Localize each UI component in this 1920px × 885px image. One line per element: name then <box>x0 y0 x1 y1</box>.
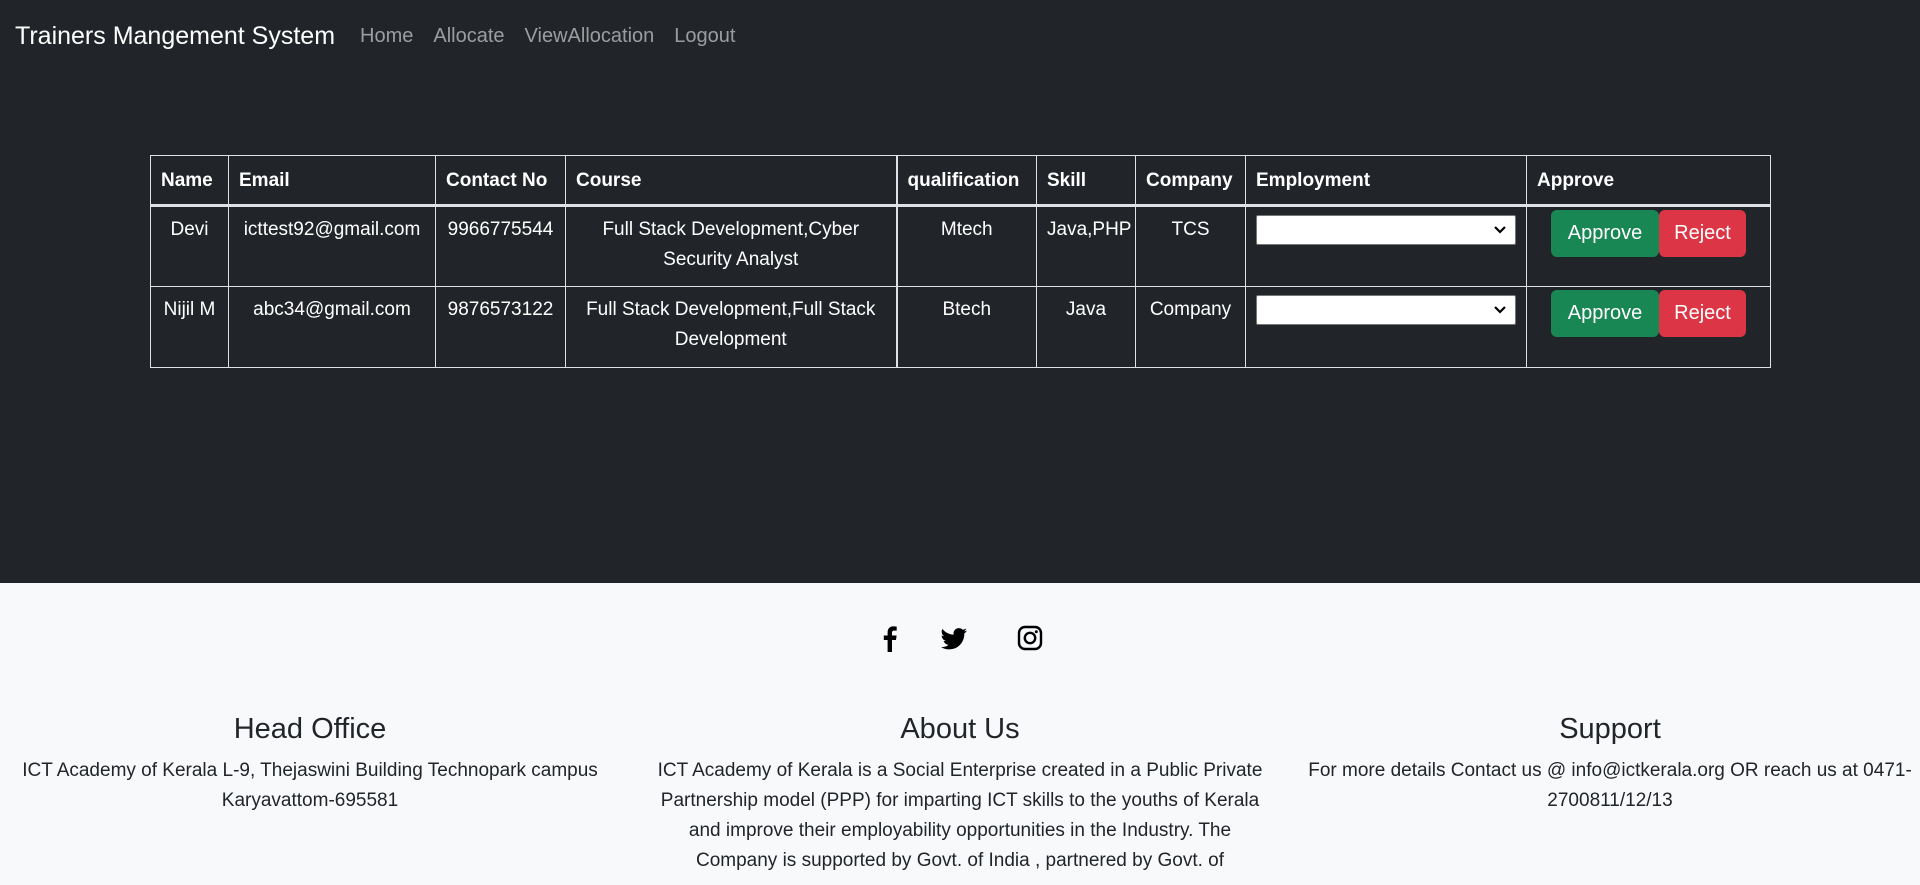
cell-name: Nijil M <box>150 286 229 368</box>
twitter-icon[interactable] <box>940 623 968 653</box>
chevron-down-icon <box>1494 306 1506 314</box>
about-us-title: About Us <box>900 713 1020 745</box>
approve-button[interactable]: Approve <box>1551 290 1659 337</box>
column-header-qualification: qualification <box>895 155 1037 206</box>
cell-qualification: Btech <box>895 286 1037 368</box>
column-header-contact: Contact No <box>435 155 566 206</box>
cell-course: Full Stack Development,Cyber Security An… <box>565 205 897 287</box>
reject-button[interactable]: Reject <box>1659 290 1746 337</box>
head-office-section: Head Office ICT Academy of Kerala L-9, T… <box>0 713 620 816</box>
nav-link-home[interactable]: Home <box>350 25 423 48</box>
cell-course: Full Stack Development,Full Stack Develo… <box>565 286 897 368</box>
approve-button[interactable]: Approve <box>1551 210 1659 257</box>
column-header-company: Company <box>1135 155 1246 206</box>
trainer-table: Name Email Contact No Course qualificati… <box>150 155 1771 368</box>
column-header-employment: Employment <box>1245 155 1527 206</box>
about-us-section: About Us ICT Academy of Kerala is a Soci… <box>650 713 1270 876</box>
instagram-icon[interactable] <box>1016 623 1044 653</box>
employment-select[interactable] <box>1256 215 1516 245</box>
cell-email: icttest92@gmail.com <box>228 205 436 287</box>
nav-link-logout[interactable]: Logout <box>664 25 745 48</box>
about-us-text: ICT Academy of Kerala is a Social Enterp… <box>657 760 1263 871</box>
column-header-name: Name <box>150 155 229 206</box>
cell-employment <box>1245 286 1527 368</box>
top-navbar: Trainers Mangement System Home Allocate … <box>0 0 1920 72</box>
column-header-email: Email <box>228 155 436 206</box>
cell-skill: Java <box>1036 286 1136 368</box>
cell-email: abc34@gmail.com <box>228 286 436 368</box>
reject-button[interactable]: Reject <box>1659 210 1746 257</box>
table-row: Nijil M abc34@gmail.com 9876573122 Full … <box>150 286 1771 368</box>
column-header-approve: Approve <box>1526 155 1771 206</box>
support-section: Support For more details Contact us @ in… <box>1300 713 1920 816</box>
employment-select[interactable] <box>1256 295 1516 325</box>
support-title: Support <box>1559 713 1661 745</box>
column-header-skill: Skill <box>1036 155 1136 206</box>
cell-skill: Java,PHP <box>1036 205 1136 287</box>
page-footer: Head Office ICT Academy of Kerala L-9, T… <box>0 583 1920 885</box>
cell-contact: 9966775544 <box>435 205 566 287</box>
cell-company: Company <box>1135 286 1246 368</box>
main-content: Name Email Contact No Course qualificati… <box>0 72 1920 583</box>
nav-link-allocate[interactable]: Allocate <box>423 25 514 48</box>
brand-title[interactable]: Trainers Mangement System <box>15 22 335 51</box>
nav-link-view-allocation[interactable]: ViewAllocation <box>515 25 665 48</box>
cell-actions: Approve Reject <box>1526 286 1771 368</box>
chevron-down-icon <box>1494 226 1506 234</box>
cell-name: Devi <box>150 205 229 287</box>
cell-contact: 9876573122 <box>435 286 566 368</box>
trainer-table-container: Name Email Contact No Course qualificati… <box>150 155 1771 368</box>
column-header-course: Course <box>565 155 897 206</box>
cell-employment <box>1245 205 1527 287</box>
support-text: For more details Contact us @ info@ictke… <box>1308 760 1912 811</box>
cell-actions: Approve Reject <box>1526 205 1771 287</box>
head-office-title: Head Office <box>233 713 387 745</box>
table-row: Devi icttest92@gmail.com 9966775544 Full… <box>150 205 1771 287</box>
cell-qualification: Mtech <box>895 205 1037 287</box>
cell-company: TCS <box>1135 205 1246 287</box>
social-links <box>0 623 1920 653</box>
table-header-row: Name Email Contact No Course qualificati… <box>150 155 1771 206</box>
head-office-text: ICT Academy of Kerala L-9, Thejaswini Bu… <box>22 760 598 811</box>
facebook-icon[interactable] <box>876 623 904 653</box>
